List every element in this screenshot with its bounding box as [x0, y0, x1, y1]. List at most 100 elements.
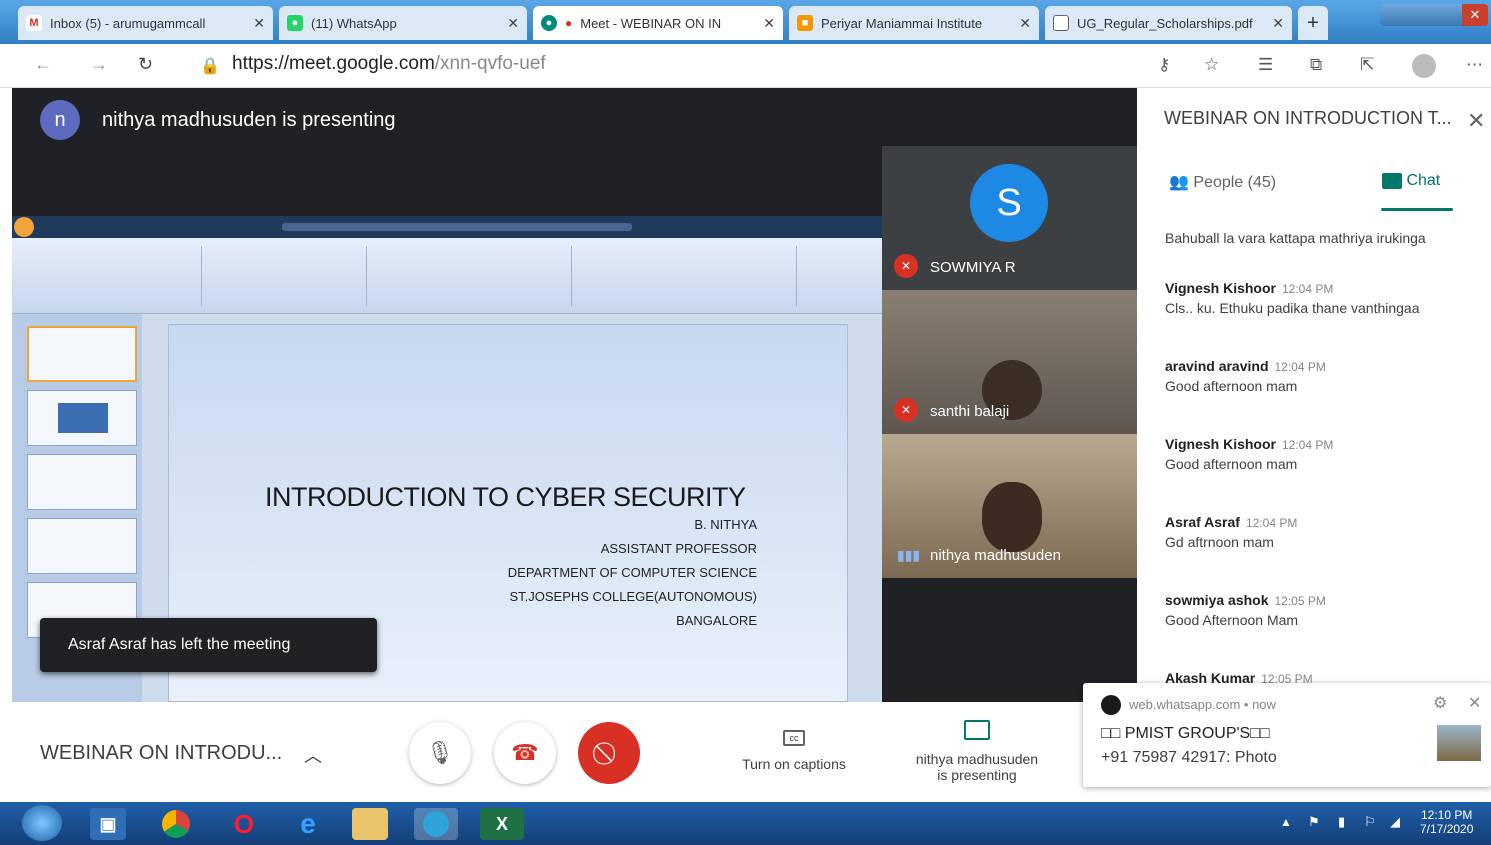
new-tab-button[interactable]: +: [1298, 6, 1328, 40]
clock-time: 12:10 PM: [1421, 808, 1473, 822]
browser-tab-gmail[interactable]: M Inbox (5) - arumugammcall ✕: [18, 6, 273, 40]
presenting-button[interactable]: nithya madhusuden is presenting: [902, 720, 1052, 783]
close-tab-icon[interactable]: ✕: [253, 15, 265, 32]
share-icon[interactable]: ⇱: [1360, 55, 1374, 75]
close-tab-icon[interactable]: ✕: [507, 15, 519, 32]
gmail-icon: M: [26, 15, 42, 31]
ribbon-group-drawing: [577, 246, 797, 306]
chrome-taskbar-icon[interactable]: [158, 808, 194, 840]
chat-time: 12:04 PM: [1281, 282, 1334, 296]
address-bar: ← → ↻ 🔒 https://meet.google.com/xnn-qvfo…: [0, 44, 1491, 88]
internet-explorer-taskbar-icon[interactable]: e: [290, 808, 326, 840]
presenting-banner: n nithya madhusuden is presenting: [40, 100, 396, 140]
participant-tile[interactable]: ✕ santhi balaji: [882, 290, 1137, 434]
slide-thumbnail: [27, 326, 137, 382]
start-button[interactable]: [22, 805, 62, 841]
forward-icon[interactable]: →: [90, 54, 108, 75]
slide-author: B. NITHYA: [694, 517, 757, 532]
tray-network-icon[interactable]: ⚑: [1308, 814, 1320, 830]
more-menu-icon[interactable]: ⋯: [1466, 55, 1483, 75]
tray-signal-icon[interactable]: ◢: [1390, 814, 1400, 830]
ribbon-group-font: [207, 246, 367, 306]
chat-sender: Vignesh Kishoor: [1165, 436, 1276, 452]
whatsapp-icon: ●: [287, 15, 303, 31]
browser-tab-pdf[interactable]: UG_Regular_Scholarships.pdf ✕: [1045, 6, 1292, 40]
ribbon-group-editing: [802, 246, 862, 306]
participant-name: SOWMIYA R: [930, 259, 1016, 276]
notification-time: now: [1252, 697, 1276, 712]
captions-button[interactable]: cc Turn on captions: [724, 728, 864, 772]
tab-title: Meet - WEBINAR ON IN: [580, 15, 722, 31]
slide-thumbnail: [27, 454, 137, 510]
recording-dot-icon: ●: [565, 16, 573, 30]
presenter-avatar: n: [40, 100, 80, 140]
presenting-label: nithya madhusuden is presenting: [102, 108, 396, 131]
chat-message-text: Good afternoon mam: [1165, 456, 1298, 472]
chevron-up-icon[interactable]: ︿: [304, 742, 322, 768]
close-tab-icon[interactable]: ✕: [763, 15, 775, 32]
favorite-star-icon[interactable]: ☆: [1204, 55, 1219, 75]
desktop-notification[interactable]: web.whatsapp.com • now ⚙ ✕ □□ PMIST GROU…: [1083, 683, 1491, 787]
favorites-list-icon[interactable]: ☰: [1258, 55, 1273, 75]
microphone-button[interactable]: 🎙: [409, 722, 471, 784]
tab-title: Inbox (5) - arumugammcall: [50, 15, 206, 31]
excel-taskbar-icon[interactable]: X: [480, 808, 524, 840]
slide-title: INTRODUCTION TO CYBER SECURITY: [265, 482, 746, 512]
profile-avatar-icon[interactable]: [1412, 54, 1436, 78]
lock-icon: 🔒: [200, 58, 220, 75]
edge-taskbar-icon[interactable]: [414, 808, 458, 840]
camera-button[interactable]: ⃠: [578, 722, 640, 784]
settings-gear-icon[interactable]: ⚙: [1433, 693, 1447, 713]
panel-title: WEBINAR ON INTRODUCTION T...: [1164, 108, 1452, 128]
slide-role: ASSISTANT PROFESSOR: [600, 541, 757, 556]
browser-tab-whatsapp[interactable]: ● (11) WhatsApp ✕: [279, 6, 527, 40]
browser-tab-bar: M Inbox (5) - arumugammcall ✕ ● (11) Wha…: [0, 0, 1491, 44]
back-icon[interactable]: ←: [34, 54, 52, 75]
present-screen-icon: [964, 720, 990, 740]
tab-title: (11) WhatsApp: [311, 15, 397, 31]
notification-source: web.whatsapp.com: [1129, 697, 1241, 712]
opera-taskbar-icon[interactable]: O: [226, 808, 262, 840]
chat-message-text: Cls.. ku. Ethuku padika thane vanthingaa: [1165, 300, 1420, 316]
chat-message-text: Good Afternoon Mam: [1165, 612, 1299, 628]
tab-title: Periyar Maniammai Institute: [821, 15, 983, 31]
browser-tab-periyar[interactable]: ■ Periyar Maniammai Institute ✕: [789, 6, 1039, 40]
refresh-icon[interactable]: ↻: [138, 54, 153, 75]
tray-expand-icon[interactable]: ▲: [1280, 815, 1292, 829]
tab-people[interactable]: 👥 People (45): [1169, 172, 1276, 192]
powerpoint-titlebar: [12, 216, 882, 238]
collections-icon[interactable]: ⧉: [1310, 55, 1322, 75]
tab-chat[interactable]: Chat: [1382, 172, 1440, 190]
meet-icon: ●: [541, 15, 557, 31]
slide-department: DEPARTMENT OF COMPUTER SCIENCE: [507, 565, 757, 580]
tab-title: UG_Regular_Scholarships.pdf: [1077, 15, 1253, 31]
close-icon[interactable]: ✕: [1468, 693, 1481, 713]
meeting-details-name[interactable]: WEBINAR ON INTRODU...: [40, 742, 282, 765]
close-tab-icon[interactable]: ✕: [1019, 15, 1031, 32]
explorer-taskbar-icon[interactable]: ▣: [90, 808, 126, 840]
window-controls: ✕: [1380, 4, 1488, 26]
browser-tab-meet[interactable]: ● ● Meet - WEBINAR ON IN ✕: [533, 6, 783, 40]
end-call-button[interactable]: ☎: [494, 722, 556, 784]
participant-tile[interactable]: S ✕ SOWMIYA R: [882, 146, 1137, 290]
presenting-line-1: nithya madhusuden: [915, 751, 1039, 767]
mic-off-icon: ✕: [894, 254, 918, 278]
url-path: /xnn-qvfo-uef: [434, 53, 546, 74]
left-meeting-toast: Asraf Asraf has left the meeting: [40, 618, 377, 672]
notification-body: +91 75987 42917: Photo: [1101, 749, 1277, 766]
slide-city: BANGALORE: [676, 613, 757, 628]
folder-taskbar-icon[interactable]: [352, 808, 388, 840]
close-tab-icon[interactable]: ✕: [1272, 15, 1284, 32]
url-host: https://meet.google.com: [232, 53, 435, 74]
tray-flag-icon[interactable]: ⚐: [1364, 814, 1376, 830]
window-close-icon[interactable]: ✕: [1462, 4, 1488, 26]
participant-tile[interactable]: ▮▮▮ nithya madhusuden: [882, 434, 1137, 578]
tray-battery-icon[interactable]: ▮: [1338, 814, 1345, 830]
close-icon[interactable]: ✕: [1467, 108, 1485, 134]
url-field[interactable]: https://meet.google.com/xnn-qvfo-uef: [232, 53, 546, 75]
taskbar-clock[interactable]: 12:10 PM 7/17/2020: [1420, 808, 1473, 836]
chat-message-text: Bahuball la vara kattapa mathriya irukin…: [1165, 230, 1426, 246]
chat-sender: Asraf Asraf: [1165, 514, 1240, 530]
chat-sender: sowmiya ashok: [1165, 592, 1269, 608]
key-icon[interactable]: ⚷: [1158, 55, 1170, 75]
